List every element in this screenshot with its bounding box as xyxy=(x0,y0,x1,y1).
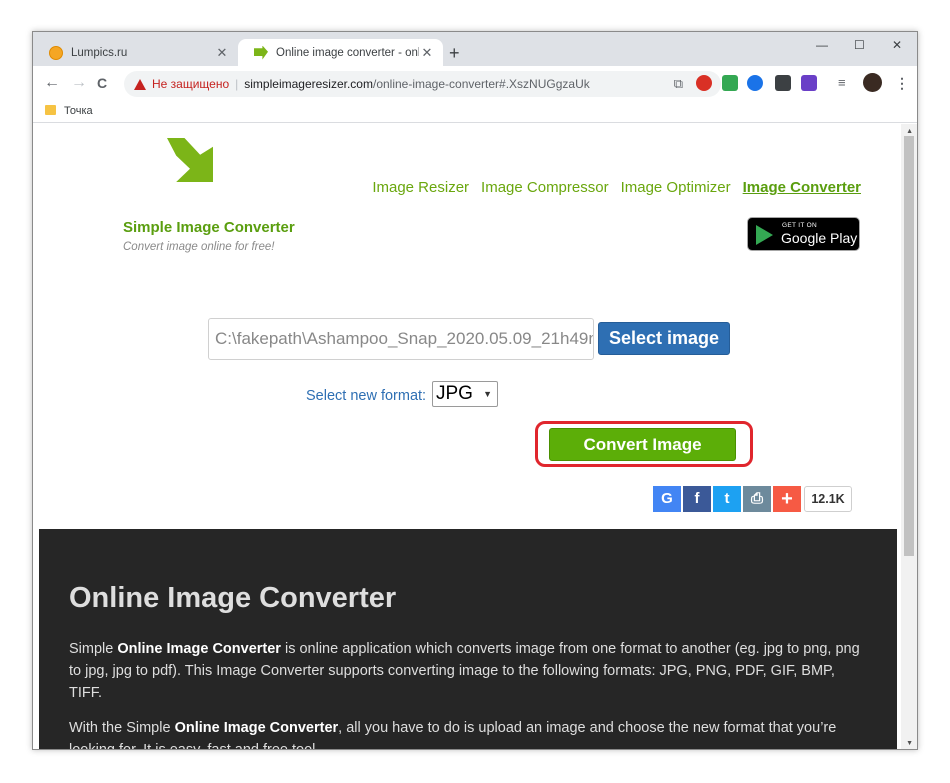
page-scrollbar[interactable]: ▲ ▼ xyxy=(901,124,917,749)
extension-check-icon[interactable] xyxy=(722,75,738,91)
format-value: JPG xyxy=(436,383,473,404)
site-nav: Image Resizer Image Compressor Image Opt… xyxy=(372,179,861,196)
close-tab-icon[interactable]: ✕ xyxy=(419,45,435,61)
plus-icon[interactable]: + xyxy=(773,486,801,512)
tab-title: Lumpics.ru xyxy=(71,46,128,59)
tab-title: Online image converter - online xyxy=(276,46,419,59)
forward-button[interactable]: → xyxy=(71,74,87,92)
nav-image-converter[interactable]: Image Converter xyxy=(743,179,861,196)
bookmarks-bar: Точка xyxy=(33,101,917,123)
extension-ad-icon[interactable] xyxy=(801,75,817,91)
warning-icon xyxy=(134,78,146,90)
site-logo-icon[interactable] xyxy=(167,138,213,182)
facebook-icon[interactable]: f xyxy=(683,486,711,512)
browser-window: Lumpics.ru ✕ Online image converter - on… xyxy=(32,31,918,750)
google-play-small-text: GET IT ON xyxy=(782,222,817,229)
scroll-thumb[interactable] xyxy=(904,136,914,556)
nav-image-compressor[interactable]: Image Compressor xyxy=(481,179,609,196)
info-paragraph-1: Simple Online Image Converter is online … xyxy=(69,641,860,701)
close-window-button[interactable]: ✕ xyxy=(892,38,902,52)
translate-icon[interactable]: ⧉ xyxy=(674,76,683,92)
file-path-field[interactable]: C:\fakepath\Ashampoo_Snap_2020.05.09_21h… xyxy=(208,318,594,360)
scroll-up-icon[interactable]: ▲ xyxy=(906,128,913,135)
format-select[interactable]: JPG ▼ xyxy=(432,381,498,407)
reading-list-icon[interactable]: ≡ xyxy=(838,75,854,91)
info-heading: Online Image Converter xyxy=(69,582,397,614)
close-tab-icon[interactable]: ✕ xyxy=(214,45,230,61)
extension-box-icon[interactable] xyxy=(775,75,791,91)
security-status[interactable]: Не защищено xyxy=(152,77,229,91)
scroll-down-icon[interactable]: ▼ xyxy=(906,740,913,747)
nav-image-optimizer[interactable]: Image Optimizer xyxy=(621,179,731,196)
avatar[interactable] xyxy=(863,73,882,92)
converter-favicon-icon xyxy=(254,45,268,60)
dropdown-caret-icon: ▼ xyxy=(483,389,492,399)
tab-strip: Lumpics.ru ✕ Online image converter - on… xyxy=(33,32,917,66)
back-button[interactable]: ← xyxy=(44,74,60,92)
address-bar[interactable]: Не защищено | simpleimageresizer.com /on… xyxy=(124,71,721,97)
google-icon[interactable]: G xyxy=(653,486,681,512)
info-section: Online Image Converter Simple Online Ima… xyxy=(39,529,897,750)
minimize-button[interactable]: — xyxy=(816,38,828,52)
page-content: Simple Image Converter Convert image onl… xyxy=(33,124,917,750)
extension-globe-icon[interactable] xyxy=(747,75,763,91)
url-path: /online-image-converter#.XszNUGgzaUk xyxy=(372,77,590,91)
share-count-badge: 12.1K xyxy=(804,486,852,512)
print-icon[interactable]: ⎙ xyxy=(743,486,771,512)
browser-toolbar: ← → C Не защищено | simpleimageresizer.c… xyxy=(33,66,917,101)
site-brand[interactable]: Simple Image Converter xyxy=(123,219,295,236)
url-host: simpleimageresizer.com xyxy=(244,77,373,91)
extension-icon-1[interactable] xyxy=(696,75,712,91)
google-play-badge[interactable]: GET IT ON Google Play xyxy=(747,217,860,251)
select-image-button[interactable]: Select image xyxy=(598,322,730,355)
convert-image-button[interactable]: Convert Image xyxy=(549,428,736,461)
format-label: Select new format: xyxy=(306,388,427,404)
twitter-icon[interactable]: t xyxy=(713,486,741,512)
google-play-icon xyxy=(756,225,773,245)
folder-icon xyxy=(45,105,56,115)
site-tagline: Convert image online for free! xyxy=(123,241,275,253)
nav-image-resizer[interactable]: Image Resizer xyxy=(372,179,469,196)
share-buttons: G f t ⎙ + xyxy=(653,486,801,512)
new-tab-button[interactable]: + xyxy=(449,44,460,62)
tab-image-converter[interactable]: Online image converter - online ✕ xyxy=(238,39,443,66)
reload-button[interactable]: C xyxy=(97,74,107,92)
divider: | xyxy=(235,77,239,91)
lumpics-favicon-icon xyxy=(49,45,63,60)
google-play-big-text: Google Play xyxy=(781,230,858,246)
info-paragraph-2: With the Simple Online Image Converter, … xyxy=(69,720,837,750)
menu-icon[interactable]: ⋮ xyxy=(895,75,911,91)
bookmark-tochka[interactable]: Точка xyxy=(64,105,93,117)
maximize-button[interactable]: ☐ xyxy=(854,38,865,52)
tab-lumpics[interactable]: Lumpics.ru ✕ xyxy=(33,39,238,66)
